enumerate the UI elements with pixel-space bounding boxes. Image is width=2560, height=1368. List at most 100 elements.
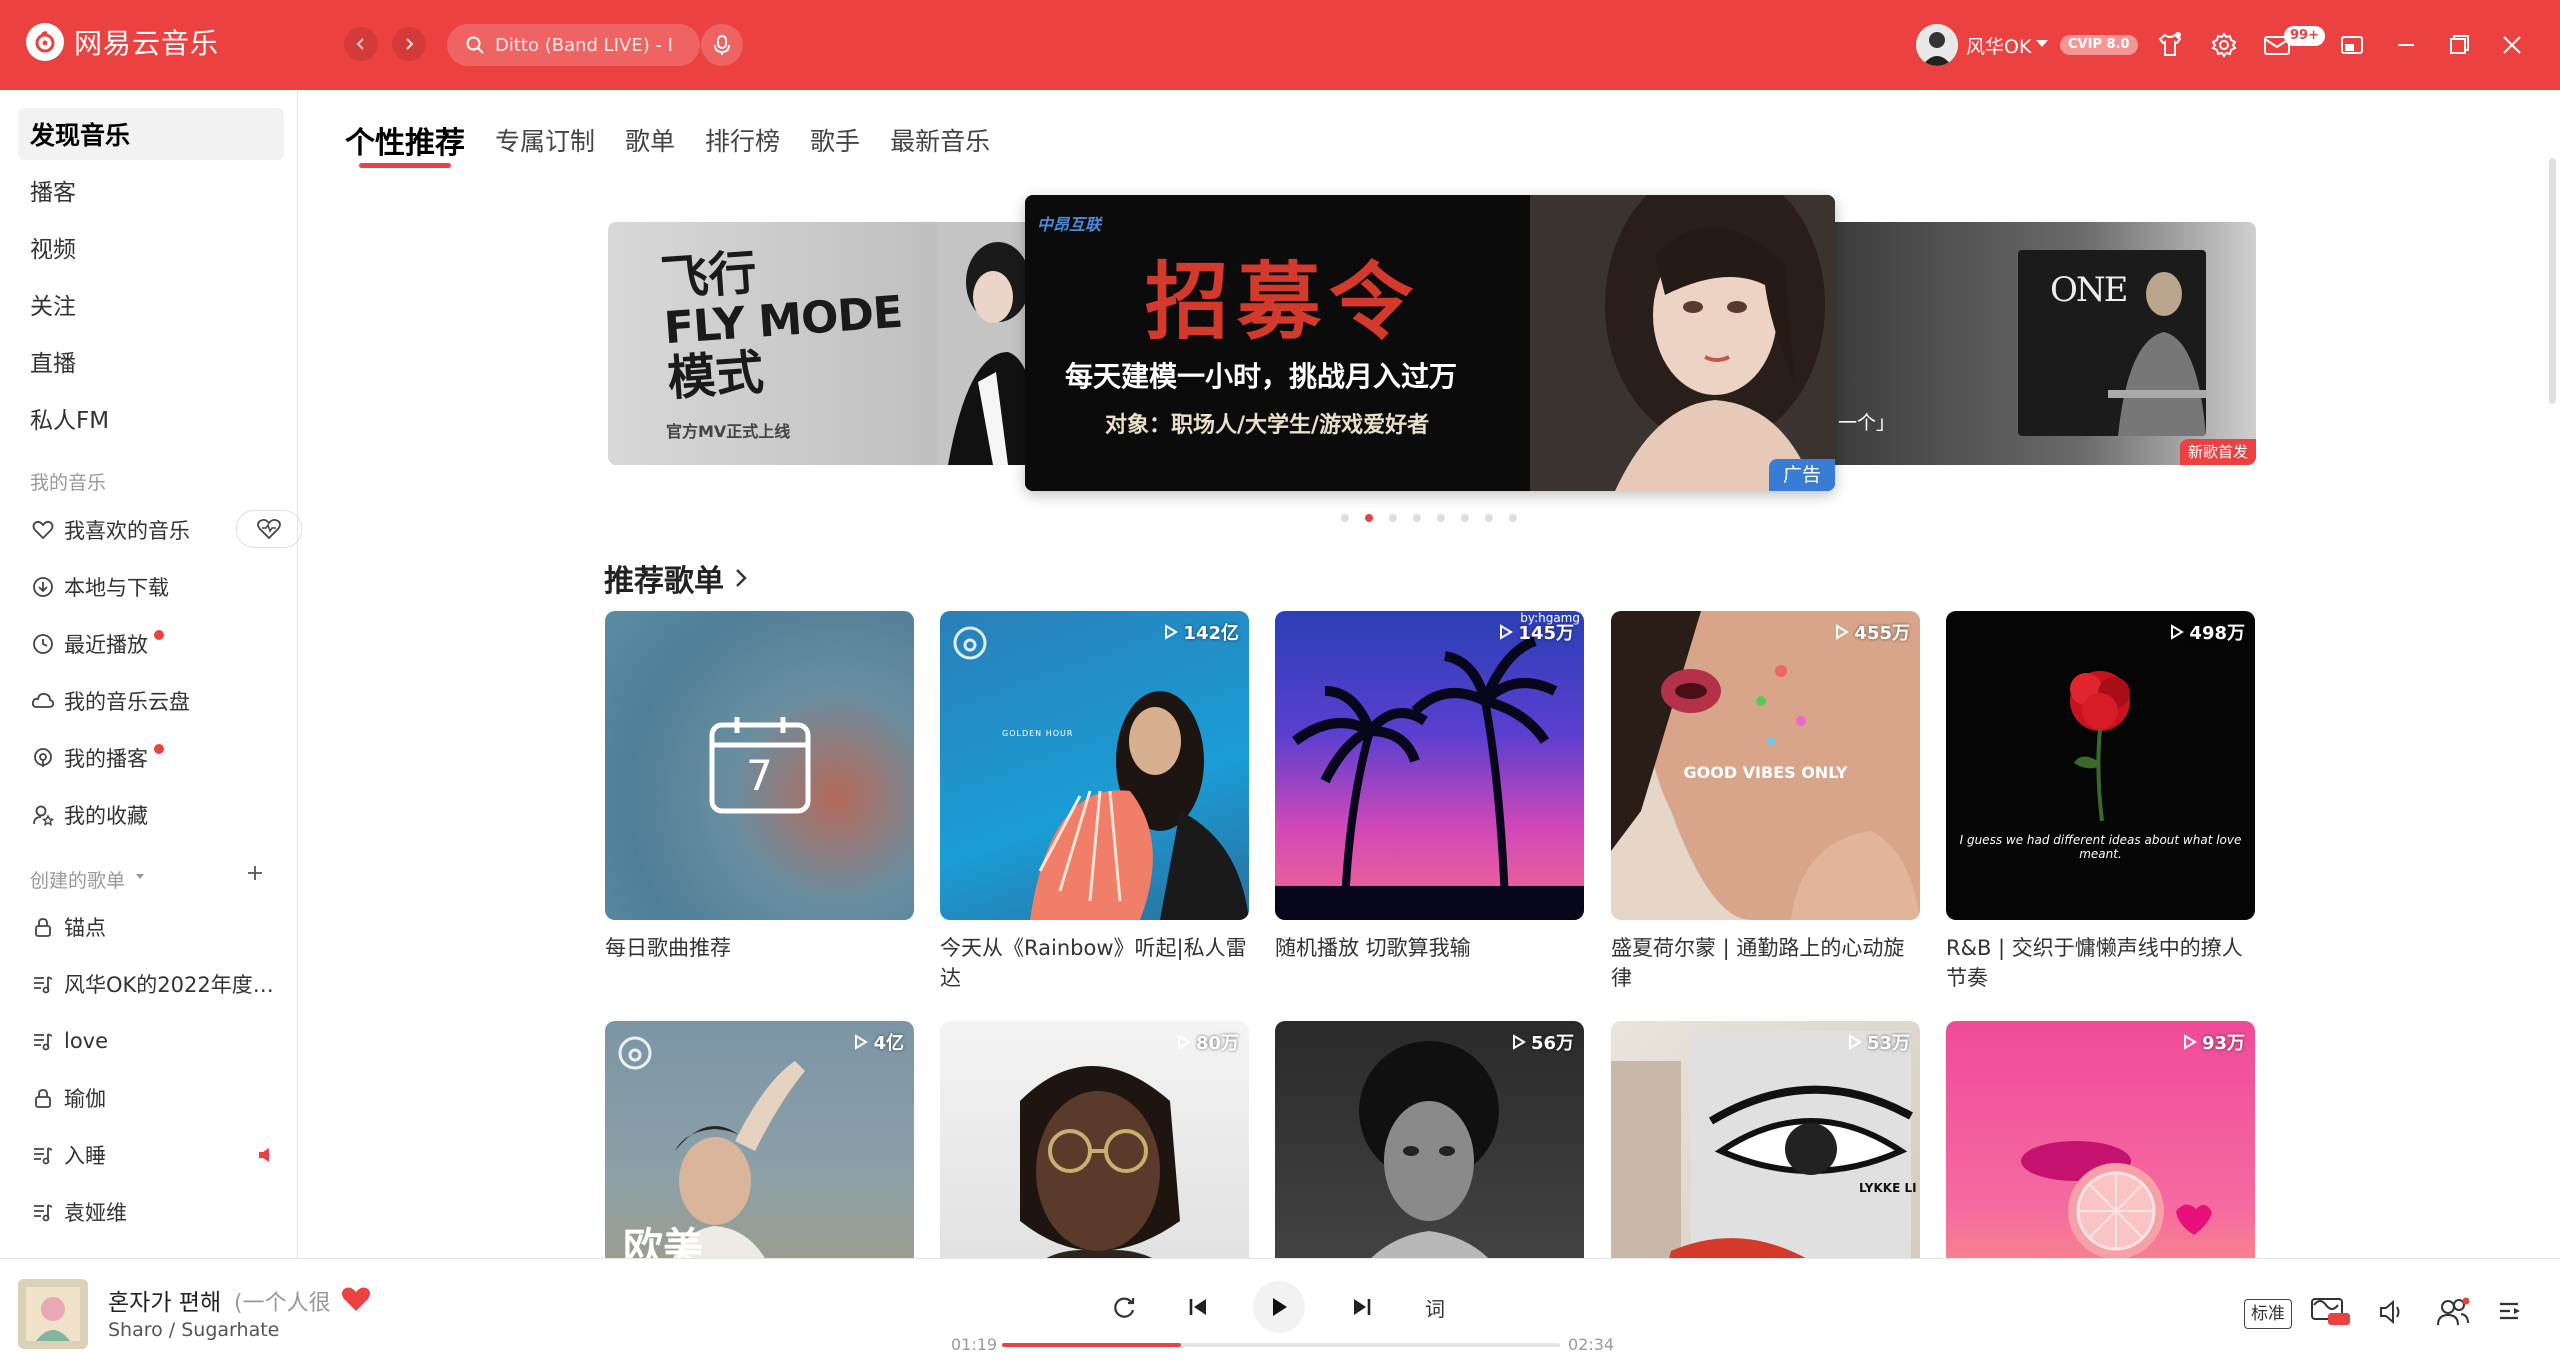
sidebar-item-favorites[interactable]: 我的收藏 — [30, 795, 280, 835]
playlist-cover[interactable]: 93万 — [1946, 1021, 2255, 1258]
listen-together-button[interactable] — [2436, 1297, 2470, 1327]
sidebar-item-recent[interactable]: 最近播放 — [30, 624, 280, 664]
banner-right-album-cover: ONE — [2018, 250, 2206, 436]
playlist-queue-button[interactable] — [2496, 1299, 2524, 1325]
sidebar-item-liked[interactable]: 我喜欢的音乐 — [30, 510, 302, 550]
next-button[interactable] — [1340, 1285, 1384, 1329]
playlist-cover[interactable]: 7 — [605, 611, 914, 920]
back-button[interactable] — [344, 27, 378, 61]
vip-badge[interactable]: CVIP 8.0 — [2060, 35, 2138, 55]
user-menu-caret-icon[interactable] — [2036, 40, 2048, 47]
playlist-item[interactable]: 瑜伽 — [30, 1078, 280, 1118]
cloud-icon — [30, 688, 56, 714]
playlist-item[interactable]: 入睡 — [30, 1135, 280, 1175]
banner-dot[interactable] — [1461, 514, 1469, 522]
tab-exclusive[interactable]: 专属订制 — [495, 122, 595, 168]
search-input[interactable] — [493, 33, 687, 57]
sidebar-item-live[interactable]: 直播 — [18, 335, 284, 387]
tab-charts[interactable]: 排行榜 — [705, 122, 780, 168]
playlist-title[interactable]: R&B | 交织于慵懒声线中的撩人节奏 — [1946, 933, 2255, 993]
banner-dot[interactable] — [1341, 514, 1349, 522]
playlist-card[interactable]: 欧美 4亿 — [605, 1021, 914, 1258]
banner-dot[interactable] — [1437, 514, 1445, 522]
playlist-item[interactable]: 锚点 — [30, 907, 280, 947]
playlist-cover[interactable]: I guess we had different ideas about wha… — [1946, 611, 2255, 920]
playlist-cover[interactable]: LYKKE LI 53万 — [1611, 1021, 1920, 1258]
playlist-cover[interactable]: by:hgamg 145万 — [1275, 611, 1584, 920]
banner-dot[interactable] — [1509, 514, 1517, 522]
close-button[interactable] — [2495, 28, 2529, 62]
volume-button[interactable] — [2378, 1299, 2404, 1325]
collapse-caret-icon[interactable] — [136, 874, 144, 879]
voice-search-button[interactable] — [701, 24, 743, 66]
previous-button[interactable] — [1176, 1285, 1220, 1329]
forward-button[interactable] — [392, 27, 426, 61]
mini-mode-button[interactable] — [2335, 28, 2369, 62]
banner-dot[interactable] — [1389, 514, 1397, 522]
playlist-title[interactable]: 盛夏荷尔蒙 | 通勤路上的心动旋律 — [1611, 933, 1920, 993]
skin-button[interactable] — [2153, 28, 2187, 62]
now-playing-cover[interactable] — [18, 1279, 88, 1349]
banner-right[interactable]: 一个」 ONE 新歌首发 — [1820, 222, 2256, 465]
banner-dot[interactable] — [1485, 514, 1493, 522]
tab-new-music[interactable]: 最新音乐 — [890, 122, 990, 168]
lyrics-button[interactable]: 词 — [1413, 1285, 1457, 1329]
playlist-title[interactable]: 随机播放 切歌算我输 — [1275, 933, 1584, 963]
main-scrollbar[interactable] — [2549, 158, 2556, 404]
minimize-button[interactable] — [2389, 28, 2423, 62]
sidebar-item-video[interactable]: 视频 — [18, 221, 284, 273]
playlist-cover[interactable]: 欧美 4亿 — [605, 1021, 914, 1258]
playlist-label: 锚点 — [64, 916, 106, 940]
banner-dot[interactable] — [1413, 514, 1421, 522]
user-avatar[interactable] — [1916, 24, 1958, 66]
play-button[interactable] — [1253, 1281, 1305, 1333]
progress-fill — [1002, 1343, 1181, 1347]
banner-left[interactable]: 飞行 FLY MODE 模式 官方MV正式上线 — [608, 222, 1038, 465]
tab-playlists[interactable]: 歌单 — [625, 122, 675, 168]
sidebar-item-cloud[interactable]: 我的音乐云盘 — [30, 681, 280, 721]
heartbeat-mode-button[interactable] — [236, 510, 302, 548]
sidebar-item-fm[interactable]: 私人FM — [18, 392, 284, 444]
sidebar-item-my-podcast[interactable]: 我的播客 — [30, 738, 280, 778]
playlist-cover[interactable]: 80万 — [940, 1021, 1249, 1258]
tab-personal-recommend[interactable]: 个性推荐 — [345, 118, 465, 168]
song-title[interactable]: 혼자가 편해 — [108, 1283, 221, 1317]
add-playlist-button[interactable] — [244, 862, 266, 884]
sidebar-item-follow[interactable]: 关注 — [18, 278, 284, 330]
playlist-card[interactable]: 80万 — [940, 1021, 1249, 1258]
banner-dot-active[interactable] — [1365, 514, 1373, 522]
play-triangle-icon — [1836, 624, 1850, 640]
sidebar-item-podcast[interactable]: 播客 — [18, 164, 284, 216]
unread-dot — [154, 744, 164, 754]
sidebar-item-local[interactable]: 本地与下载 — [30, 567, 280, 607]
created-playlists-heading[interactable]: 创建的歌单 — [30, 866, 125, 893]
quality-button[interactable]: 标准 — [2244, 1299, 2292, 1329]
progress-bar[interactable] — [1002, 1343, 1560, 1347]
tab-artists[interactable]: 歌手 — [810, 122, 860, 168]
search-box[interactable] — [447, 24, 700, 66]
song-artist[interactable]: Sharo / Sugarhate — [108, 1319, 279, 1341]
speaker-icon — [2380, 1299, 2400, 1325]
playlist-item[interactable]: love — [30, 1021, 280, 1061]
sidebar-item-discover[interactable]: 发现音乐 — [18, 108, 284, 160]
playlist-card[interactable]: LYKKE LI 53万 — [1611, 1021, 1920, 1258]
playlist-cover[interactable]: GOOD VIBES ONLY 455万 — [1611, 611, 1920, 920]
recommended-playlists-heading[interactable]: 推荐歌单 — [604, 556, 748, 600]
playlist-cover[interactable]: GOLDEN HOUR 142亿 — [940, 611, 1249, 920]
playlist-title[interactable]: 今天从《Rainbow》听起|私人雷达 — [940, 933, 1249, 993]
app-logo[interactable]: 网易云音乐 — [26, 22, 219, 62]
like-button[interactable] — [340, 1285, 372, 1313]
maximize-button[interactable] — [2442, 28, 2476, 62]
playlist-item[interactable]: 风华OK的2022年度… — [30, 964, 280, 1004]
banner-center[interactable]: 中昂互联 招募令 每天建模一小时，挑战月入过万 对象：职场人/大学生/游戏爱好者… — [1025, 195, 1835, 491]
settings-button[interactable] — [2207, 28, 2241, 62]
playlist-item[interactable]: 袁娅维 — [30, 1192, 280, 1232]
sound-effect-button[interactable] — [2310, 1295, 2352, 1329]
playlist-card[interactable]: 56万 — [1275, 1021, 1584, 1258]
playlist-cover[interactable]: 56万 — [1275, 1021, 1584, 1258]
playlist-title[interactable]: 每日歌曲推荐 — [605, 933, 914, 963]
loop-mode-button[interactable] — [1102, 1285, 1146, 1329]
playlist-card[interactable]: 93万 — [1946, 1021, 2255, 1258]
username[interactable]: 风华OK — [1966, 32, 2031, 59]
previous-icon — [1189, 1299, 1206, 1315]
